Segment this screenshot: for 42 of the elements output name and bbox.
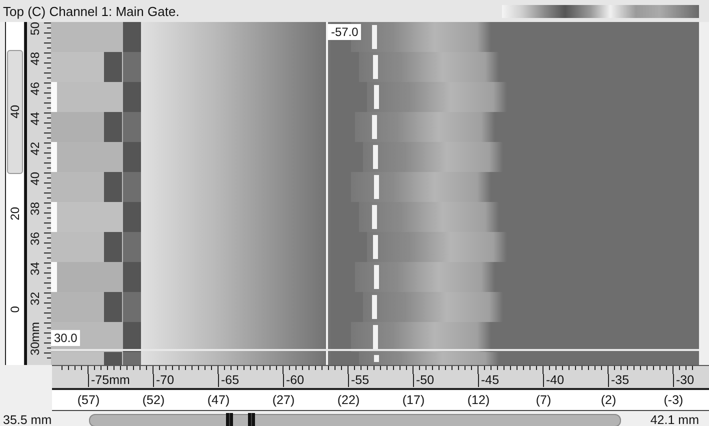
ruler-label: -50 bbox=[413, 374, 478, 387]
index-label: (22) bbox=[336, 393, 361, 407]
ruler-label: -40 bbox=[543, 374, 608, 387]
scroll-grip-icon[interactable] bbox=[248, 412, 255, 426]
index-label: (57) bbox=[76, 393, 101, 407]
index-label: (12) bbox=[466, 393, 491, 407]
ruler-label: 38 bbox=[29, 202, 41, 216]
ruler-label: 32 bbox=[29, 292, 41, 306]
scroll-grip-icon[interactable] bbox=[226, 412, 233, 426]
index-label: (17) bbox=[401, 393, 426, 407]
ruler-label: 42 bbox=[29, 142, 41, 156]
ruler-label: 40 bbox=[29, 172, 41, 186]
ruler-label: -60 bbox=[283, 374, 348, 387]
index-label: (2) bbox=[600, 393, 618, 407]
index-label: (52) bbox=[141, 393, 166, 407]
index-label: (47) bbox=[206, 393, 231, 407]
scale-label: 20 bbox=[9, 207, 21, 220]
range-end: 42.1 mm bbox=[650, 413, 699, 426]
scroll-thumb[interactable]: 40 bbox=[7, 50, 23, 174]
ruler-label: 36 bbox=[29, 232, 41, 246]
ruler-label: 44 bbox=[29, 112, 41, 126]
cursor-reading: 30.0 bbox=[51, 330, 80, 346]
ruler-label: 34 bbox=[29, 262, 41, 276]
window-title: Top (C) Channel 1: Main Gate. bbox=[2, 4, 180, 18]
ruler-label: 46 bbox=[29, 82, 41, 96]
cursor-reading: -57.0 bbox=[328, 24, 362, 40]
range-start: 35.5 mm bbox=[2, 413, 53, 426]
index-label: (27) bbox=[271, 393, 296, 407]
index-label: (-3) bbox=[662, 393, 684, 407]
index-label: (7) bbox=[534, 393, 552, 407]
scroll-bar[interactable] bbox=[89, 414, 621, 426]
ruler-label: -30 bbox=[673, 374, 709, 387]
ruler-label: -35 bbox=[608, 374, 673, 387]
ruler-label: 50 bbox=[29, 22, 41, 36]
ruler-label: -55 bbox=[348, 374, 413, 387]
ruler-label: -70 bbox=[153, 374, 218, 387]
ruler-label: -65 bbox=[218, 374, 283, 387]
ruler-label: -45 bbox=[478, 374, 543, 387]
scale-label: 0 bbox=[9, 306, 21, 314]
ruler-label: 48 bbox=[29, 52, 41, 66]
ruler-label: -75mm bbox=[88, 374, 153, 387]
ruler-label: 30mm bbox=[29, 322, 41, 356]
